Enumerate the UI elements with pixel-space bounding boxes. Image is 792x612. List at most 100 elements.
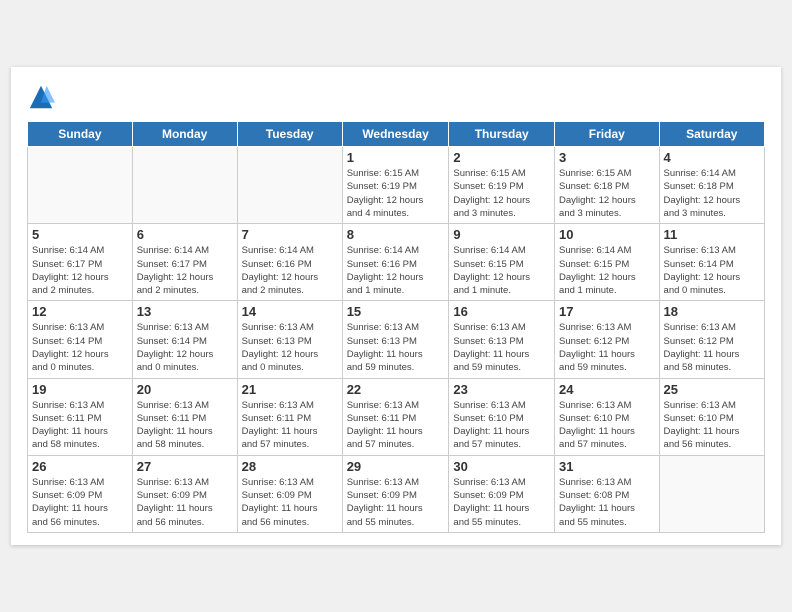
weekday-header-wednesday: Wednesday xyxy=(342,122,449,147)
week-row-1: 1 Sunrise: 6:15 AM Sunset: 6:19 PM Daylig… xyxy=(28,147,765,224)
day-number: 20 xyxy=(137,382,233,397)
day-number: 18 xyxy=(664,304,760,319)
day-info: Sunrise: 6:14 AM Sunset: 6:16 PM Dayligh… xyxy=(242,244,338,297)
day-info: Sunrise: 6:13 AM Sunset: 6:09 PM Dayligh… xyxy=(453,476,550,529)
day-cell xyxy=(132,147,237,224)
day-info: Sunrise: 6:13 AM Sunset: 6:11 PM Dayligh… xyxy=(242,399,338,452)
day-cell: 12 Sunrise: 6:13 AM Sunset: 6:14 PM Dayli… xyxy=(28,301,133,378)
day-cell: 17Sunrise: 6:13 AM Sunset: 6:12 PM Dayli… xyxy=(555,301,660,378)
day-info: Sunrise: 6:13 AM Sunset: 6:13 PM Dayligh… xyxy=(453,321,550,374)
day-info: Sunrise: 6:14 AM Sunset: 6:15 PM Dayligh… xyxy=(453,244,550,297)
day-number: 3 xyxy=(559,150,655,165)
day-cell: 20 Sunrise: 6:13 AM Sunset: 6:11 PM Dayli… xyxy=(132,378,237,455)
day-info: Sunrise: 6:14 AM Sunset: 6:17 PM Dayligh… xyxy=(32,244,128,297)
day-cell: 13Sunrise: 6:13 AM Sunset: 6:14 PM Dayli… xyxy=(132,301,237,378)
day-cell: 23 Sunrise: 6:13 AM Sunset: 6:10 PM Dayli… xyxy=(449,378,555,455)
day-cell: 19 Sunrise: 6:13 AM Sunset: 6:11 PM Dayli… xyxy=(28,378,133,455)
day-number: 30 xyxy=(453,459,550,474)
day-info: Sunrise: 6:13 AM Sunset: 6:14 PM Dayligh… xyxy=(664,244,760,297)
day-info: Sunrise: 6:13 AM Sunset: 6:08 PM Dayligh… xyxy=(559,476,655,529)
day-cell: 27Sunrise: 6:13 AM Sunset: 6:09 PM Dayli… xyxy=(132,455,237,532)
day-number: 21 xyxy=(242,382,338,397)
day-info: Sunrise: 6:15 AM Sunset: 6:19 PM Dayligh… xyxy=(453,167,550,220)
day-number: 22 xyxy=(347,382,445,397)
day-number: 5 xyxy=(32,227,128,242)
day-cell: 6 Sunrise: 6:14 AM Sunset: 6:17 PM Daylig… xyxy=(132,224,237,301)
day-cell: 11Sunrise: 6:13 AM Sunset: 6:14 PM Dayli… xyxy=(659,224,764,301)
header xyxy=(27,83,765,111)
day-cell: 18Sunrise: 6:13 AM Sunset: 6:12 PM Dayli… xyxy=(659,301,764,378)
day-cell: 7 Sunrise: 6:14 AM Sunset: 6:16 PM Daylig… xyxy=(237,224,342,301)
day-number: 7 xyxy=(242,227,338,242)
day-cell xyxy=(659,455,764,532)
weekday-header-thursday: Thursday xyxy=(449,122,555,147)
day-number: 9 xyxy=(453,227,550,242)
day-cell: 16 Sunrise: 6:13 AM Sunset: 6:13 PM Dayli… xyxy=(449,301,555,378)
day-info: Sunrise: 6:13 AM Sunset: 6:11 PM Dayligh… xyxy=(32,399,128,452)
logo xyxy=(27,83,59,111)
day-number: 28 xyxy=(242,459,338,474)
day-cell: 3 Sunrise: 6:15 AM Sunset: 6:18 PM Daylig… xyxy=(555,147,660,224)
day-cell: 21 Sunrise: 6:13 AM Sunset: 6:11 PM Dayli… xyxy=(237,378,342,455)
day-info: Sunrise: 6:13 AM Sunset: 6:09 PM Dayligh… xyxy=(347,476,445,529)
week-row-3: 12 Sunrise: 6:13 AM Sunset: 6:14 PM Dayli… xyxy=(28,301,765,378)
day-cell: 25 Sunrise: 6:13 AM Sunset: 6:10 PM Dayli… xyxy=(659,378,764,455)
day-number: 31 xyxy=(559,459,655,474)
day-number: 10 xyxy=(559,227,655,242)
day-number: 16 xyxy=(453,304,550,319)
day-info: Sunrise: 6:15 AM Sunset: 6:18 PM Dayligh… xyxy=(559,167,655,220)
day-cell: 10Sunrise: 6:14 AM Sunset: 6:15 PM Dayli… xyxy=(555,224,660,301)
day-cell: 15 Sunrise: 6:13 AM Sunset: 6:13 PM Dayli… xyxy=(342,301,449,378)
day-number: 2 xyxy=(453,150,550,165)
day-cell: 31 Sunrise: 6:13 AM Sunset: 6:08 PM Dayli… xyxy=(555,455,660,532)
day-cell: 26Sunrise: 6:13 AM Sunset: 6:09 PM Dayli… xyxy=(28,455,133,532)
week-row-5: 26 Sunrise: 6:13 AM Sunset: 6:09 PM Dayli… xyxy=(28,455,765,532)
day-number: 12 xyxy=(32,304,128,319)
day-number: 26 xyxy=(32,459,128,474)
day-info: Sunrise: 6:13 AM Sunset: 6:09 PM Dayligh… xyxy=(137,476,233,529)
day-number: 6 xyxy=(137,227,233,242)
day-number: 1 xyxy=(347,150,445,165)
weekday-header-tuesday: Tuesday xyxy=(237,122,342,147)
day-info: Sunrise: 6:14 AM Sunset: 6:16 PM Dayligh… xyxy=(347,244,445,297)
day-number: 25 xyxy=(664,382,760,397)
day-number: 15 xyxy=(347,304,445,319)
day-info: Sunrise: 6:13 AM Sunset: 6:10 PM Dayligh… xyxy=(664,399,760,452)
day-cell: 24Sunrise: 6:13 AM Sunset: 6:10 PM Dayli… xyxy=(555,378,660,455)
calendar-table: SundayMondayTuesdayWednesdayThursdayFrid… xyxy=(27,121,765,533)
weekday-header-friday: Friday xyxy=(555,122,660,147)
day-info: Sunrise: 6:13 AM Sunset: 6:14 PM Dayligh… xyxy=(32,321,128,374)
day-info: Sunrise: 6:13 AM Sunset: 6:14 PM Dayligh… xyxy=(137,321,233,374)
weekday-header-saturday: Saturday xyxy=(659,122,764,147)
day-cell xyxy=(237,147,342,224)
week-row-2: 5 Sunrise: 6:14 AM Sunset: 6:17 PM Daylig… xyxy=(28,224,765,301)
day-cell: 9 Sunrise: 6:14 AM Sunset: 6:15 PM Daylig… xyxy=(449,224,555,301)
day-cell: 14 Sunrise: 6:13 AM Sunset: 6:13 PM Dayli… xyxy=(237,301,342,378)
day-number: 14 xyxy=(242,304,338,319)
day-info: Sunrise: 6:14 AM Sunset: 6:18 PM Dayligh… xyxy=(664,167,760,220)
day-cell: 29 Sunrise: 6:13 AM Sunset: 6:09 PM Dayli… xyxy=(342,455,449,532)
day-number: 8 xyxy=(347,227,445,242)
day-cell: 1 Sunrise: 6:15 AM Sunset: 6:19 PM Daylig… xyxy=(342,147,449,224)
day-info: Sunrise: 6:13 AM Sunset: 6:13 PM Dayligh… xyxy=(242,321,338,374)
logo-icon xyxy=(27,83,55,111)
calendar-container: SundayMondayTuesdayWednesdayThursdayFrid… xyxy=(11,67,781,545)
day-info: Sunrise: 6:13 AM Sunset: 6:11 PM Dayligh… xyxy=(347,399,445,452)
day-cell: 28 Sunrise: 6:13 AM Sunset: 6:09 PM Dayli… xyxy=(237,455,342,532)
day-number: 23 xyxy=(453,382,550,397)
day-info: Sunrise: 6:13 AM Sunset: 6:09 PM Dayligh… xyxy=(242,476,338,529)
day-info: Sunrise: 6:14 AM Sunset: 6:17 PM Dayligh… xyxy=(137,244,233,297)
day-cell: 5 Sunrise: 6:14 AM Sunset: 6:17 PM Daylig… xyxy=(28,224,133,301)
day-cell: 8 Sunrise: 6:14 AM Sunset: 6:16 PM Daylig… xyxy=(342,224,449,301)
week-row-4: 19 Sunrise: 6:13 AM Sunset: 6:11 PM Dayli… xyxy=(28,378,765,455)
day-number: 29 xyxy=(347,459,445,474)
day-info: Sunrise: 6:15 AM Sunset: 6:19 PM Dayligh… xyxy=(347,167,445,220)
day-info: Sunrise: 6:13 AM Sunset: 6:10 PM Dayligh… xyxy=(453,399,550,452)
day-info: Sunrise: 6:13 AM Sunset: 6:11 PM Dayligh… xyxy=(137,399,233,452)
day-cell xyxy=(28,147,133,224)
day-number: 19 xyxy=(32,382,128,397)
day-info: Sunrise: 6:13 AM Sunset: 6:13 PM Dayligh… xyxy=(347,321,445,374)
day-cell: 2 Sunrise: 6:15 AM Sunset: 6:19 PM Daylig… xyxy=(449,147,555,224)
day-info: Sunrise: 6:13 AM Sunset: 6:10 PM Dayligh… xyxy=(559,399,655,452)
weekday-header-monday: Monday xyxy=(132,122,237,147)
